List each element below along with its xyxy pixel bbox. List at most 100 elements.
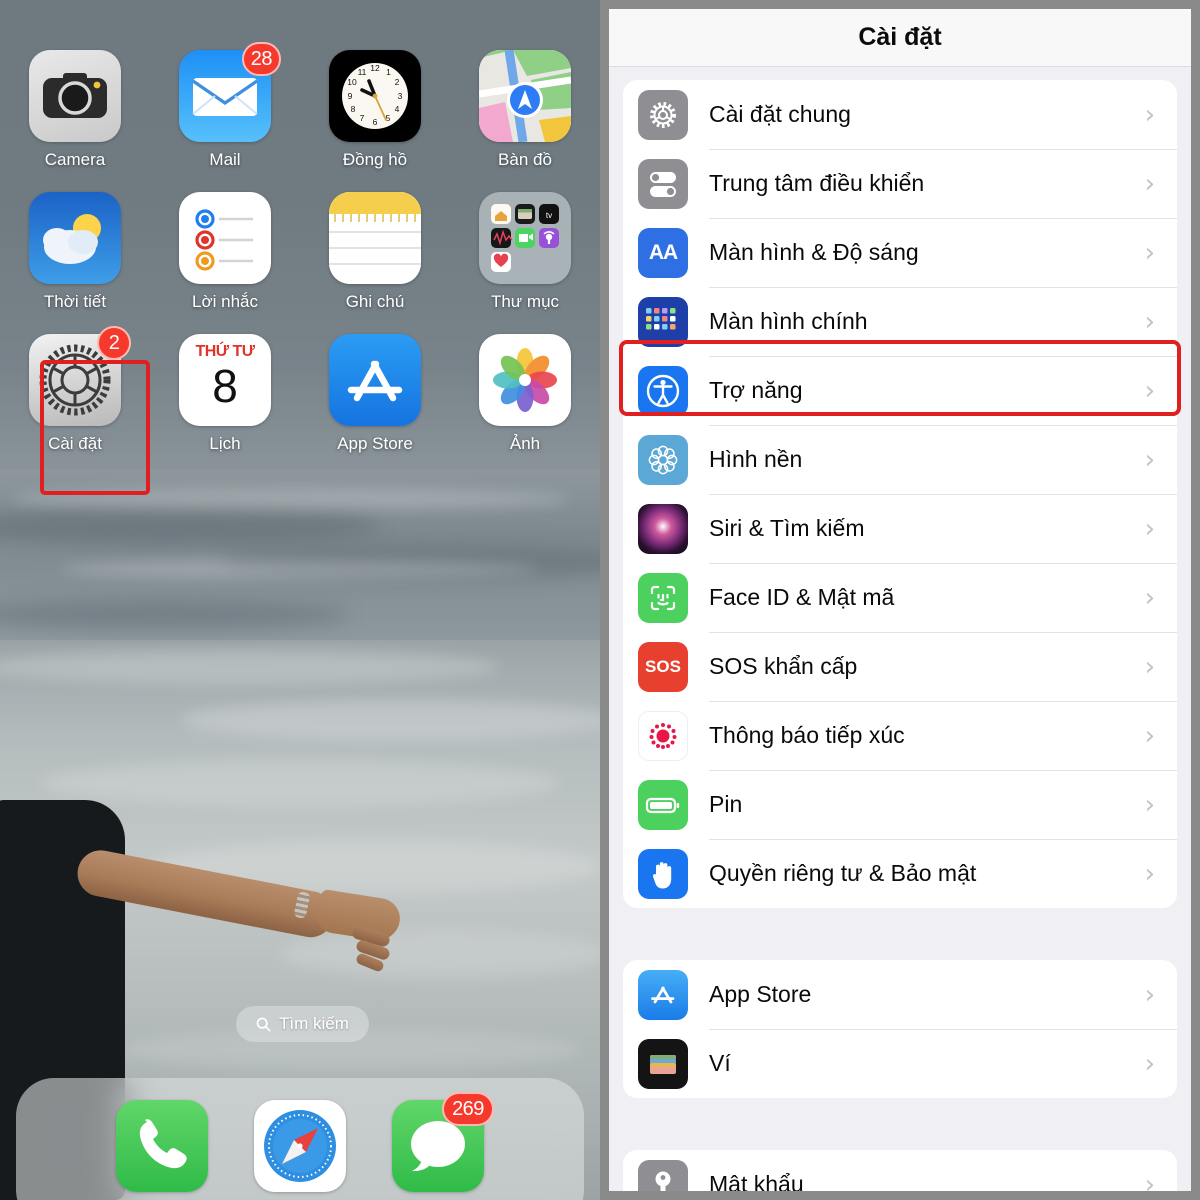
- app-label: Bàn đồ: [498, 150, 552, 169]
- safari-icon: [254, 1100, 346, 1192]
- face-id-icon: [638, 572, 688, 623]
- chevron-right-icon: ›: [1144, 1169, 1155, 1192]
- app-app-store[interactable]: App Store: [300, 334, 450, 454]
- settings-row-face-id[interactable]: Face ID & Mật mã ›: [623, 563, 1177, 632]
- settings-row-label: Màn hình & Độ sáng: [709, 239, 919, 265]
- app-label: Mail: [209, 150, 241, 169]
- chevron-right-icon: ›: [1144, 168, 1155, 199]
- settings-row-privacy-security[interactable]: Quyền riêng tư & Bảo mật ›: [623, 839, 1177, 908]
- app-weather[interactable]: Thời tiết: [0, 192, 150, 312]
- settings-row-accessibility[interactable]: Trợ năng ›: [623, 356, 1177, 425]
- accessibility-icon: [638, 365, 688, 416]
- app-badge: 2: [97, 326, 131, 360]
- app-calendar[interactable]: THỨ TƯ 8 Lịch: [150, 334, 300, 454]
- settings-row-general[interactable]: Cài đặt chung ›: [623, 80, 1177, 149]
- folder-icon: tv: [479, 192, 571, 284]
- photos-icon: [479, 334, 571, 426]
- settings-row-label: Thông báo tiếp xúc: [709, 722, 905, 748]
- app-label: Ghi chú: [345, 292, 405, 311]
- svg-text:4: 4: [395, 104, 400, 114]
- siri-icon: [638, 503, 688, 554]
- settings-row-display-brightness[interactable]: AA Màn hình & Độ sáng ›: [623, 218, 1177, 287]
- app-maps[interactable]: Bàn đồ: [450, 50, 600, 170]
- settings-row-label: Ví: [709, 1050, 731, 1076]
- chevron-right-icon: ›: [1144, 582, 1155, 613]
- chevron-right-icon: ›: [1144, 444, 1155, 475]
- settings-row-app-store[interactable]: App Store ›: [623, 960, 1177, 1029]
- settings-row-label: Pin: [709, 791, 743, 817]
- svg-text:10: 10: [347, 77, 357, 87]
- app-camera[interactable]: Camera: [0, 50, 150, 170]
- home-screen-icon: [638, 296, 688, 347]
- search-pill[interactable]: Tìm kiếm: [236, 1006, 369, 1042]
- settings-row-label: Cài đặt chung: [709, 101, 851, 127]
- settings-row-label: Mật khẩu: [709, 1171, 804, 1191]
- settings-row-control-center[interactable]: Trung tâm điều khiển ›: [623, 149, 1177, 218]
- settings-row-wallet[interactable]: Ví ›: [623, 1029, 1177, 1098]
- clock-icon: 12 1 23 45 67 89 10 11: [329, 50, 421, 142]
- calendar-icon: THỨ TƯ 8: [179, 334, 271, 426]
- settings-header: Cài đặt: [609, 9, 1191, 67]
- settings-group-system: Cài đặt chung › Trung tâm điều khiển › A…: [619, 80, 1181, 908]
- chevron-right-icon: ›: [1144, 979, 1155, 1010]
- maps-icon: [479, 50, 571, 142]
- app-label: Thư mục: [490, 292, 560, 311]
- svg-text:11: 11: [358, 67, 367, 77]
- app-label: App Store: [337, 434, 413, 453]
- settings-row-home-screen[interactable]: Màn hình chính ›: [623, 287, 1177, 356]
- app-reminders[interactable]: Lời nhắc: [150, 192, 300, 312]
- app-clock[interactable]: 12 1 23 45 67 89 10 11 Đồng hồ: [300, 50, 450, 170]
- settings-app-panel: Cài đặt Cài đặt chung › Trung tâm điều k…: [600, 0, 1200, 1200]
- settings-row-emergency-sos[interactable]: SOS SOS khẩn cấp ›: [623, 632, 1177, 701]
- settings-row-passwords[interactable]: Mật khẩu ›: [623, 1150, 1177, 1191]
- dock-app-messages[interactable]: 269: [392, 1092, 494, 1192]
- dock-app-phone[interactable]: [116, 1100, 208, 1192]
- chevron-right-icon: ›: [1144, 720, 1155, 751]
- app-grid: Camera 28 Mail 12 1 2 3 4 5 6 7 8 9 10 1…: [0, 42, 600, 454]
- app-mail[interactable]: 28 Mail: [150, 42, 300, 170]
- settings-row-label: Trợ năng: [709, 377, 803, 403]
- app-badge: 269: [442, 1092, 494, 1126]
- app-label: Đồng hồ: [342, 150, 408, 169]
- dock-app-safari[interactable]: [254, 1100, 346, 1192]
- chevron-right-icon: ›: [1144, 306, 1155, 337]
- svg-text:1: 1: [386, 67, 391, 77]
- app-label: Thời tiết: [43, 292, 107, 311]
- svg-text:6: 6: [373, 117, 378, 127]
- settings-row-siri-search[interactable]: Siri & Tìm kiếm ›: [623, 494, 1177, 563]
- app-settings[interactable]: 2 Cài đặt: [0, 326, 150, 454]
- app-notes[interactable]: Ghi chú: [300, 192, 450, 312]
- settings-row-exposure-notifications[interactable]: Thông báo tiếp xúc ›: [623, 701, 1177, 770]
- camera-icon: [29, 50, 121, 142]
- settings-row-label: SOS khẩn cấp: [709, 653, 858, 679]
- toggles-icon: [638, 158, 688, 209]
- settings-row-battery[interactable]: Pin ›: [623, 770, 1177, 839]
- reminders-icon: [179, 192, 271, 284]
- weather-icon: [29, 192, 121, 284]
- gear-icon: [638, 89, 688, 140]
- settings-row-label: Siri & Tìm kiếm: [709, 515, 865, 541]
- settings-row-label: Màn hình chính: [709, 308, 868, 334]
- dock: 269: [16, 1078, 584, 1200]
- app-photos[interactable]: Ảnh: [450, 334, 600, 454]
- calendar-day: 8: [212, 360, 238, 412]
- search-label: Tìm kiếm: [279, 1014, 349, 1033]
- wallet-icon: [638, 1038, 688, 1089]
- settings-row-label: Hình nền: [709, 446, 803, 472]
- chevron-right-icon: ›: [1144, 237, 1155, 268]
- app-folder[interactable]: tv Thư mục: [450, 192, 600, 312]
- svg-text:8: 8: [351, 104, 356, 114]
- page-title: Cài đặt: [858, 23, 942, 51]
- exposure-notification-icon: [638, 710, 688, 761]
- app-label: Lịch: [209, 434, 241, 453]
- settings-group-store: App Store › Ví ›: [623, 960, 1177, 1098]
- app-label: Ảnh: [509, 434, 541, 453]
- settings-row-wallpaper[interactable]: Hình nền ›: [623, 425, 1177, 494]
- settings-scroll-area[interactable]: Cài đặt chung › Trung tâm điều khiển › A…: [609, 68, 1191, 1191]
- phone-icon: [116, 1100, 208, 1192]
- chevron-right-icon: ›: [1144, 513, 1155, 544]
- calendar-weekday: THỨ TƯ: [195, 343, 255, 360]
- svg-text:2: 2: [395, 77, 400, 87]
- app-badge: 28: [241, 42, 281, 76]
- key-icon: [638, 1159, 688, 1191]
